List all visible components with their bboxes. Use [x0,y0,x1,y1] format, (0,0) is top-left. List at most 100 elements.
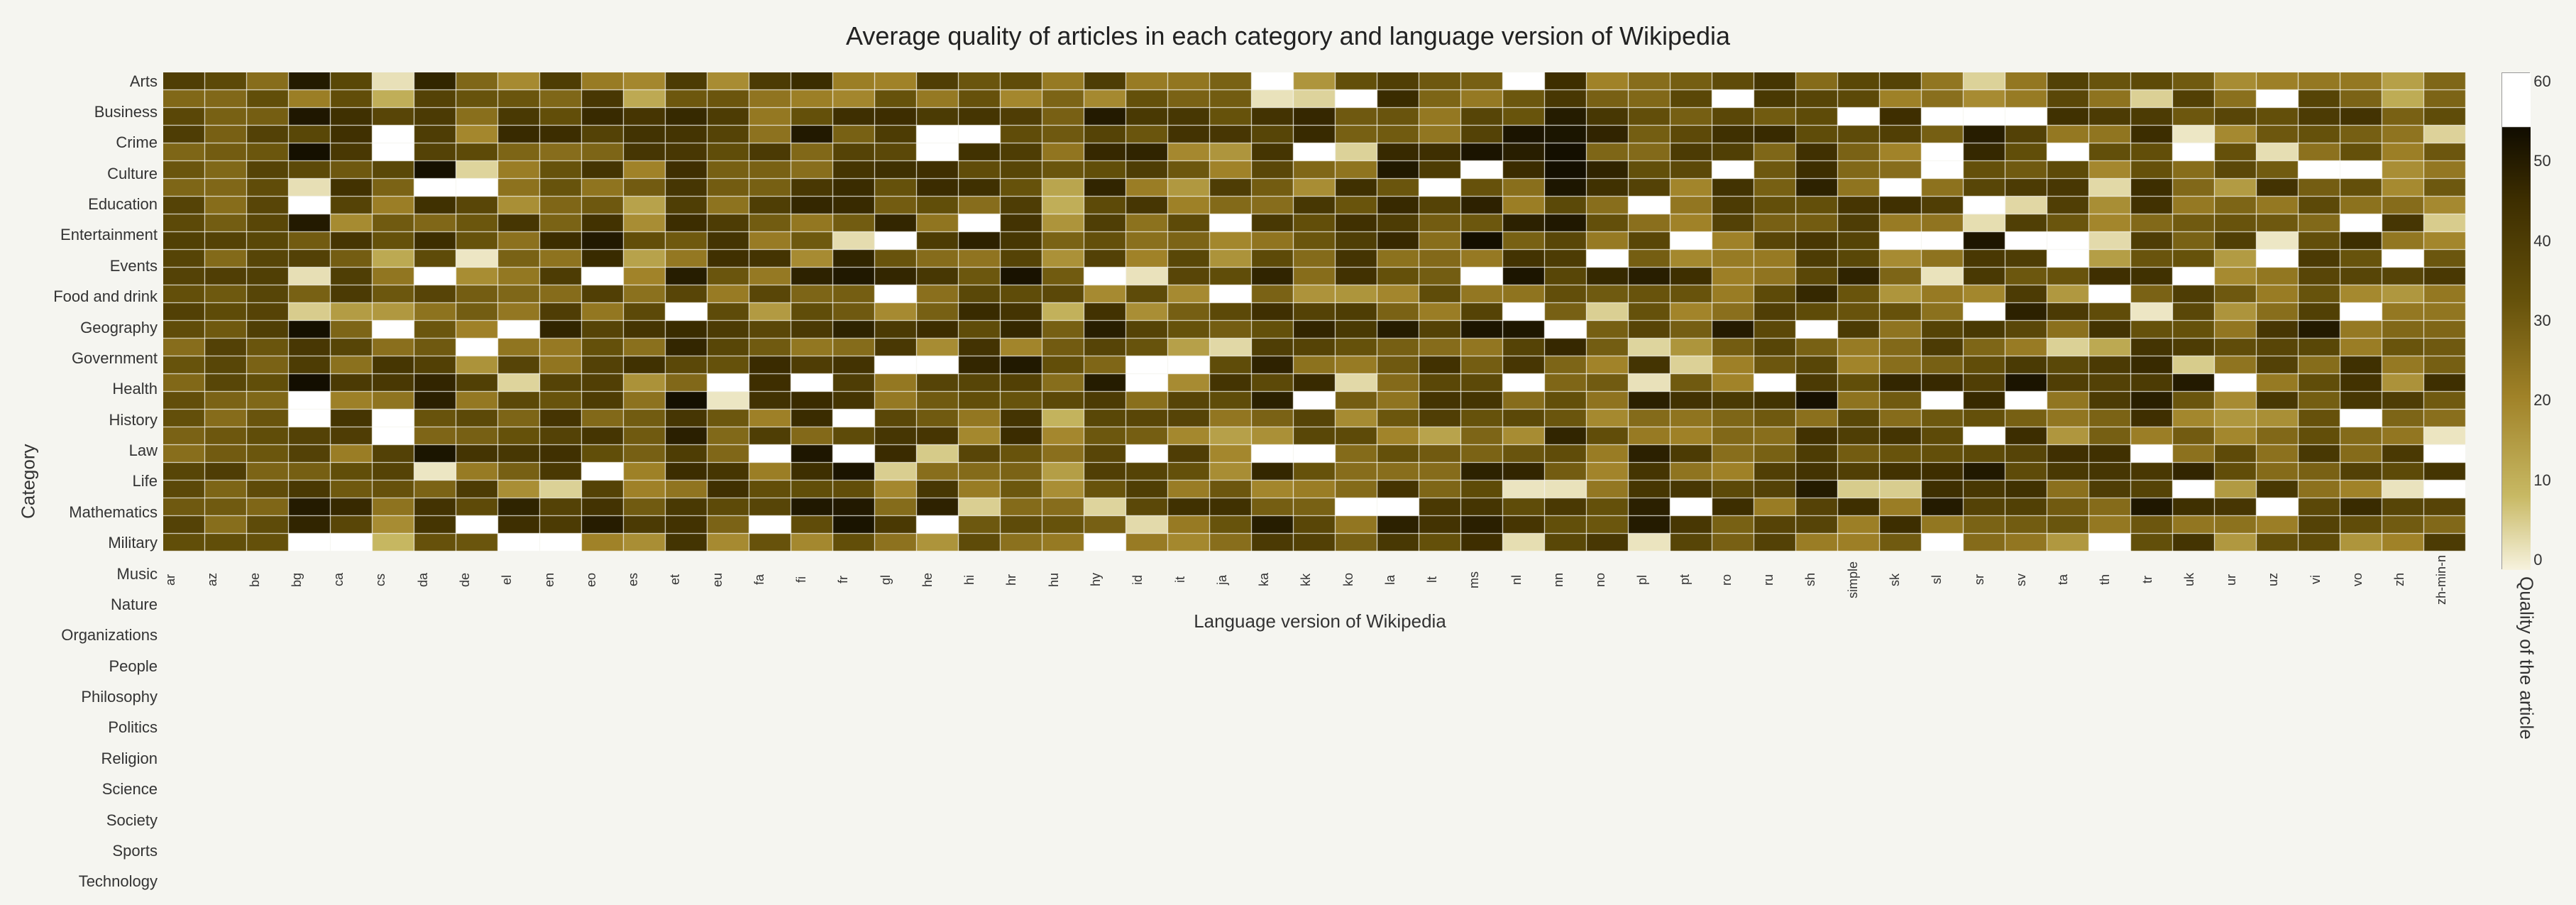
chart-title: Average quality of articles in each cate… [846,21,1730,51]
x-tick-label: nl [1509,555,1551,605]
x-tick-label: sl [1930,555,1971,605]
x-tick-label: sh [1803,555,1845,605]
x-tick-label: lt [1425,555,1467,605]
legend-tick: 60 [2533,72,2550,91]
y-tick-label: Arts [130,72,158,90]
x-tick-label: uk [2182,555,2224,605]
x-tick-label: he [920,555,962,605]
x-tick-label: ta [2056,555,2098,605]
x-axis-title: Language version of Wikipedia [163,610,2477,632]
y-tick-labels: ArtsBusinessCrimeCultureEducationEnterta… [50,72,163,891]
x-tick-label: ru [1761,555,1803,605]
x-tick-label: fa [752,555,794,605]
x-tick-label: et [668,555,710,605]
x-tick-label: ko [1341,555,1383,605]
y-tick-label: Health [112,380,158,398]
y-tick-label: Organizations [61,627,158,645]
x-tick-label: pt [1678,555,1719,605]
y-tick-label: Business [94,103,158,121]
x-tick-label: gl [879,555,920,605]
y-tick-label: Geography [80,319,158,336]
y-tick-label: Life [133,473,158,490]
x-tick-label: ar [163,555,205,605]
y-tick-label: Science [102,781,158,799]
legend-tick: 30 [2533,312,2550,330]
x-tick-label: sk [1888,555,1930,605]
x-tick-label: sr [1972,555,2014,605]
y-tick-label: Events [110,257,158,275]
heatmap-canvas [163,72,2466,552]
x-tick-label: en [542,555,584,605]
x-tick-label: tr [2140,555,2182,605]
x-tick-label: it [1173,555,1215,605]
x-tick-label: th [2098,555,2140,605]
legend-container: 60 50 40 30 20 10 0 Quality of the article [2491,72,2562,891]
legend-tick: 50 [2533,152,2550,170]
x-tick-label: fr [836,555,878,605]
x-tick-label: eu [710,555,752,605]
x-axis-labels: arazbebgcacsdadeeleneoeseteufafifrglhehi… [163,555,2477,605]
y-tick-label: Sports [112,842,158,860]
y-tick-label: Society [106,811,158,829]
legend-bar [2501,72,2530,569]
x-tick-label: de [458,555,500,605]
legend-row: 60 50 40 30 20 10 0 [2501,72,2550,569]
y-tick-label: People [109,657,158,675]
y-tick-label: Culture [107,165,158,182]
x-tick-label: be [248,555,290,605]
y-tick-label: Nature [111,596,158,613]
y-tick-label: History [109,411,158,429]
legend-tick: 0 [2533,551,2550,569]
y-tick-label: Crime [116,134,158,152]
x-tick-label: hy [1089,555,1130,605]
x-tick-label: bg [290,555,331,605]
legend-tick: 10 [2533,471,2550,490]
x-tick-label: hi [962,555,1004,605]
x-tick-label: hr [1004,555,1046,605]
x-tick-label: fi [794,555,836,605]
x-tick-label: la [1383,555,1425,605]
x-tick-label: ur [2224,555,2266,605]
y-tick-label: Religion [101,750,158,767]
x-tick-label: ms [1467,555,1509,605]
legend-label: Quality of the article [2516,576,2538,740]
y-tick-label: Government [72,349,158,367]
legend-ticks: 60 50 40 30 20 10 0 [2533,72,2550,569]
y-tick-label: Music [117,565,158,583]
y-tick-label: Politics [108,719,158,737]
x-tick-label: cs [373,555,415,605]
x-tick-label: da [416,555,458,605]
x-tick-label: ro [1719,555,1761,605]
x-tick-label: simple [1846,555,1888,605]
x-tick-label: eo [584,555,626,605]
y-tick-label: Philosophy [81,689,158,706]
y-tick-label: Mathematics [69,503,158,521]
x-tick-label: sv [2014,555,2056,605]
x-tick-label: uz [2266,555,2308,605]
x-tick-label: pl [1635,555,1677,605]
chart-container: Average quality of articles in each cate… [0,0,2576,905]
y-tick-label: Law [129,442,158,460]
heatmap-section: arazbebgcacsdadeeleneoeseteufafifrglhehi… [163,72,2477,891]
x-tick-label: hu [1047,555,1089,605]
legend-tick: 40 [2533,232,2550,251]
x-tick-label: no [1593,555,1635,605]
x-tick-label: zh-min-n [2434,555,2476,605]
x-tick-label: vi [2308,555,2350,605]
x-tick-label: ja [1215,555,1257,605]
x-tick-label: el [500,555,541,605]
y-tick-label: Technology [79,873,158,891]
y-axis-label: Category [14,72,43,891]
x-tick-label: az [205,555,247,605]
x-tick-label: vo [2350,555,2392,605]
x-tick-label: kk [1299,555,1341,605]
x-tick-label: ka [1257,555,1299,605]
x-tick-label: es [626,555,668,605]
x-tick-label: nn [1551,555,1593,605]
y-tick-label: Food and drink [53,288,158,306]
legend-tick: 20 [2533,391,2550,410]
chart-body: Category ArtsBusinessCrimeCultureEducati… [14,72,2562,891]
y-tick-label: Military [108,534,158,552]
x-tick-label: id [1130,555,1172,605]
y-tick-label: Entertainment [60,226,158,244]
